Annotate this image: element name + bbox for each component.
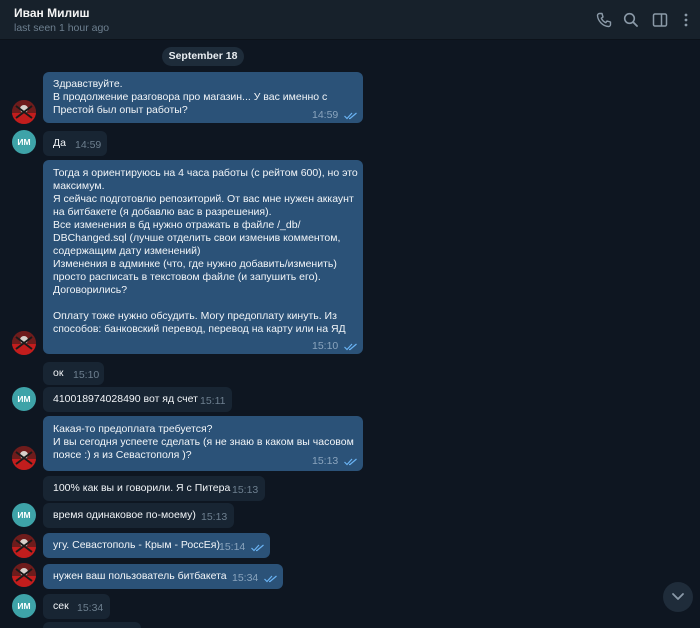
telegram-chat-window: Иван Милиш last seen 1 hour ago Septembe… xyxy=(0,0,700,628)
message-text: 100% как вы и говорили. Я с Питера xyxy=(53,482,231,495)
message-text: нужен ваш пользователь битбакета xyxy=(53,570,227,583)
message-time: 15:13 xyxy=(232,484,259,496)
message-bubble-incoming[interactable]: время одинаковое по-моему) 15:13 xyxy=(43,503,234,528)
message-bubble-incoming[interactable]: ок 15:10 xyxy=(43,362,104,385)
scroll-down-button[interactable] xyxy=(663,582,693,612)
contact-avatar[interactable]: ИМ xyxy=(12,387,36,411)
message-time: 15:11 xyxy=(200,395,226,407)
read-checkmarks-icon xyxy=(344,343,358,351)
message-bubble-outgoing[interactable]: Здравствуйте. В продолжение разговора пр… xyxy=(43,72,363,123)
sidebar-toggle-icon[interactable] xyxy=(651,11,669,29)
own-avatar[interactable] xyxy=(12,534,36,558)
read-checkmarks-icon xyxy=(251,544,265,552)
message-text: Здравствуйте. В продолжение разговора пр… xyxy=(53,78,328,116)
message-text: Какая-то предоплата требуется? И вы сего… xyxy=(53,423,354,461)
message-text: 410018974028490 вот яд счет xyxy=(53,393,198,406)
own-avatar[interactable] xyxy=(12,446,36,470)
message-bubble-incoming[interactable]: Да 14:59 xyxy=(43,131,107,156)
read-checkmarks-icon xyxy=(344,112,358,120)
message-text: угу. Севастополь - Крым - РоссЕя) xyxy=(53,539,220,552)
message-bubble-outgoing[interactable]: нужен ваш пользователь битбакета 15:34 xyxy=(43,564,283,589)
message-text: Да xyxy=(53,137,66,150)
message-time: 14:59 xyxy=(75,139,102,151)
message-text: Тогда я ориентируюсь на 4 часа работы (с… xyxy=(53,167,358,335)
phone-icon[interactable] xyxy=(595,11,613,29)
message-text: сек xyxy=(53,600,69,613)
message-bubble-outgoing[interactable]: Тогда я ориентируюсь на 4 часа работы (с… xyxy=(43,160,363,354)
message-bubble-incoming[interactable] xyxy=(43,622,141,628)
message-bubble-incoming[interactable]: 410018974028490 вот яд счет 15:11 xyxy=(43,387,232,412)
date-separator: September 18 xyxy=(162,47,244,66)
message-time: 14:59 xyxy=(312,109,339,121)
message-time: 15:14 xyxy=(219,541,246,553)
message-time: 15:10 xyxy=(312,340,339,352)
contact-status: last seen 1 hour ago xyxy=(14,22,110,34)
chat-header: Иван Милиш last seen 1 hour ago xyxy=(0,0,700,40)
message-text: ок xyxy=(53,367,64,380)
message-time: 15:13 xyxy=(312,455,339,467)
own-avatar[interactable] xyxy=(12,331,36,355)
message-time: 15:34 xyxy=(77,602,104,614)
message-time: 15:10 xyxy=(73,369,100,381)
contact-avatar[interactable]: ИМ xyxy=(12,130,36,154)
search-icon[interactable] xyxy=(622,11,640,29)
own-avatar[interactable] xyxy=(12,100,36,124)
message-list[interactable]: September 18 Здравствуйте. В продолжение… xyxy=(0,40,700,628)
read-checkmarks-icon xyxy=(264,575,278,583)
own-avatar[interactable] xyxy=(12,563,36,587)
read-checkmarks-icon xyxy=(344,458,358,466)
message-text: время одинаковое по-моему) xyxy=(53,509,196,522)
message-time: 15:13 xyxy=(201,511,228,523)
contact-avatar[interactable]: ИМ xyxy=(12,503,36,527)
contact-name[interactable]: Иван Милиш xyxy=(14,6,89,20)
message-bubble-outgoing[interactable]: Какая-то предоплата требуется? И вы сего… xyxy=(43,416,363,471)
chevron-down-icon xyxy=(672,593,684,600)
message-bubble-incoming[interactable]: 100% как вы и говорили. Я с Питера 15:13 xyxy=(43,476,265,501)
more-icon[interactable] xyxy=(677,11,695,29)
message-bubble-incoming[interactable]: сек 15:34 xyxy=(43,594,110,619)
message-time: 15:34 xyxy=(232,572,259,584)
message-bubble-outgoing[interactable]: угу. Севастополь - Крым - РоссЕя) 15:14 xyxy=(43,533,270,558)
contact-avatar[interactable]: ИМ xyxy=(12,594,36,618)
